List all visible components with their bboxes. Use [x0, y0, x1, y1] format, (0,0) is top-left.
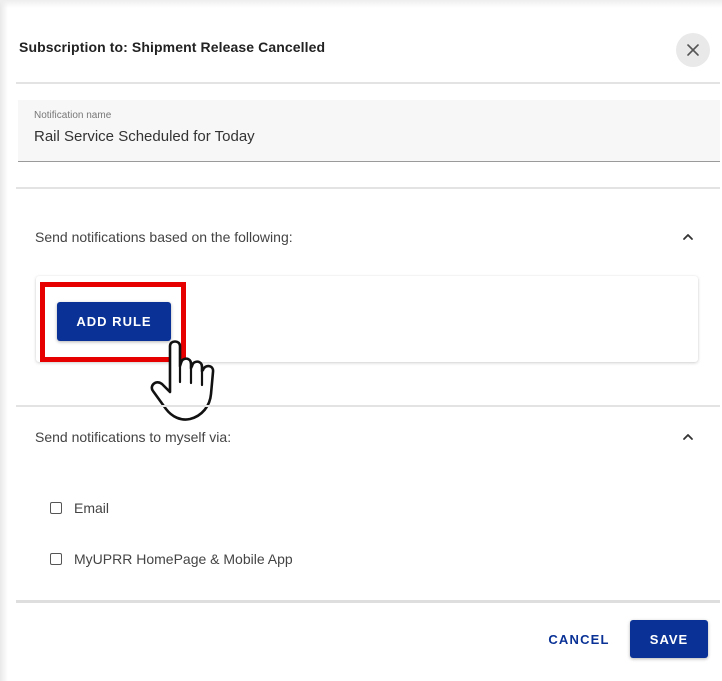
rules-section-label: Send notifications based on the followin…	[35, 229, 293, 245]
notification-name-label: Notification name	[34, 110, 112, 121]
chevron-up-icon[interactable]	[680, 229, 696, 245]
cancel-button[interactable]: CANCEL	[536, 620, 622, 658]
delivery-section-label: Send notifications to myself via:	[35, 429, 232, 445]
footer-divider	[16, 600, 720, 603]
header-divider	[16, 82, 720, 84]
dialog-title: Subscription to: Shipment Release Cancel…	[19, 39, 326, 55]
name-divider	[16, 187, 720, 189]
dialog-top-edge	[0, 0, 722, 8]
notification-name-field[interactable]: Notification name Rail Service Scheduled…	[18, 100, 720, 162]
email-option[interactable]: Email	[50, 500, 109, 516]
subscription-dialog: Subscription to: Shipment Release Cancel…	[0, 0, 722, 681]
rules-divider	[16, 405, 720, 407]
hand-pointer-icon	[150, 340, 215, 421]
close-button[interactable]	[676, 33, 710, 67]
save-button[interactable]: SAVE	[630, 620, 708, 658]
dialog-left-edge	[0, 0, 8, 681]
chevron-up-icon[interactable]	[680, 429, 696, 445]
email-checkbox[interactable]	[50, 502, 62, 514]
close-icon	[687, 44, 699, 56]
homepage-app-option-label: MyUPRR HomePage & Mobile App	[74, 551, 293, 567]
homepage-app-option[interactable]: MyUPRR HomePage & Mobile App	[50, 551, 293, 567]
homepage-app-checkbox[interactable]	[50, 553, 62, 565]
notification-name-value[interactable]: Rail Service Scheduled for Today	[34, 128, 255, 145]
email-option-label: Email	[74, 500, 110, 516]
